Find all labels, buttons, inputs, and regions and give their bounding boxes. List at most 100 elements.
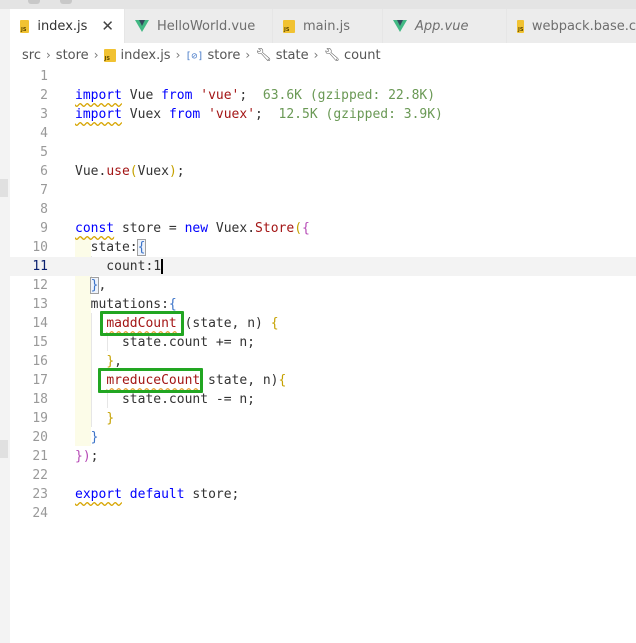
- bracket: (: [294, 221, 303, 236]
- breadcrumb-separator: ›: [245, 48, 251, 62]
- property: count:: [75, 259, 154, 274]
- breadcrumb-store-folder[interactable]: store: [56, 48, 89, 63]
- code-line[interactable]: 8: [10, 200, 636, 219]
- code-content: Vue.use(Vuex);: [75, 162, 185, 181]
- line-number: 7: [40, 183, 48, 198]
- line-number: 18: [32, 392, 48, 407]
- object-symbol-icon: [⊘]: [185, 50, 204, 62]
- code-line[interactable]: 7: [10, 181, 636, 200]
- bracket: {: [302, 221, 310, 236]
- breadcrumb-label: store: [207, 47, 241, 63]
- line-number: 4: [40, 126, 48, 141]
- line-number: 12: [32, 278, 48, 293]
- code-line[interactable]: 10 state:{: [10, 238, 636, 257]
- keyword: from: [168, 107, 201, 122]
- tab-helloworld-vue[interactable]: HelloWorld.vue: [125, 9, 273, 43]
- import-size-hint: 63.6K (gzipped: 22.8K): [247, 88, 436, 103]
- line-number: 5: [40, 145, 48, 160]
- tab-label: HelloWorld.vue: [157, 18, 256, 34]
- line-number: 10: [32, 240, 48, 255]
- bracket: }: [106, 411, 115, 426]
- code-line[interactable]: 12 },: [10, 276, 636, 295]
- tab-webpack-base[interactable]: webpack.base.c: [507, 9, 636, 43]
- property-wrench-icon: 🔧︎: [255, 47, 272, 63]
- code-editor[interactable]: 1 2 import Vue from 'vue'; 63.6K (gzipped…: [10, 67, 636, 643]
- code-line[interactable]: 21});: [10, 447, 636, 466]
- line-number: 16: [32, 354, 48, 369]
- code-line[interactable]: 22: [10, 466, 636, 485]
- code-line[interactable]: 23 export default store;: [10, 485, 636, 504]
- line-number: 11: [32, 259, 48, 274]
- js-file-icon: [517, 19, 524, 33]
- method: use: [106, 164, 130, 179]
- line-number: 2: [40, 88, 48, 103]
- punctuation: ;: [176, 164, 185, 179]
- tab-index-js[interactable]: index.js ✕: [10, 9, 125, 43]
- line-number: 13: [32, 297, 48, 312]
- line-number: 1: [40, 69, 48, 84]
- bracket: (: [129, 164, 138, 179]
- highlight-box-mreducecount: [98, 368, 203, 393]
- vue-file-icon: [393, 20, 407, 32]
- keyword: import: [75, 107, 122, 122]
- bracket: }: [90, 430, 99, 445]
- breadcrumb-index-js[interactable]: index.js: [103, 47, 171, 63]
- code-line[interactable]: 2 import Vue from 'vue'; 63.6K (gzipped: …: [10, 86, 636, 105]
- code-line[interactable]: 5: [10, 143, 636, 162]
- code-line[interactable]: 3 import Vuex from 'vuex'; 12.5K (gzipped…: [10, 105, 636, 124]
- line-number: 19: [32, 411, 48, 426]
- identifier: store;: [184, 487, 240, 502]
- property-wrench-icon: 🔧︎: [323, 47, 340, 63]
- breadcrumb-label: index.js: [120, 47, 171, 63]
- code-line[interactable]: 24: [10, 504, 636, 523]
- line-number: 22: [32, 468, 48, 483]
- identifier: Vuex: [137, 164, 169, 179]
- window-control: [60, 0, 72, 4]
- tab-main-js[interactable]: main.js: [273, 9, 383, 43]
- code-content: export default store;: [75, 485, 239, 504]
- line-number: 17: [32, 373, 48, 388]
- code-line[interactable]: 1: [10, 67, 636, 86]
- breadcrumb-src[interactable]: src: [22, 48, 41, 63]
- window-control: [28, 0, 40, 4]
- line-number: 21: [32, 449, 48, 464]
- tab-label: App.vue: [415, 18, 469, 34]
- identifier: Vuex.: [208, 221, 256, 236]
- breadcrumb-separator: ›: [45, 48, 51, 62]
- vue-file-icon: [135, 20, 149, 32]
- punctuation: ,: [98, 278, 107, 293]
- identifier: Vue.: [75, 164, 107, 179]
- code-content: },: [75, 276, 106, 295]
- line-number: 6: [40, 164, 48, 179]
- code-line[interactable]: 6 Vue.use(Vuex);: [10, 162, 636, 181]
- bracket-match: {: [136, 239, 147, 256]
- breadcrumb-state[interactable]: 🔧︎ state: [255, 48, 308, 63]
- line-number: 14: [32, 316, 48, 331]
- tab-app-vue[interactable]: App.vue: [383, 9, 507, 43]
- code-line[interactable]: 9 const store = new Vuex.Store({: [10, 219, 636, 238]
- code-line[interactable]: 20 }: [10, 428, 636, 447]
- line-number: 8: [40, 202, 48, 217]
- code-line-current[interactable]: 11 count:1: [10, 257, 636, 276]
- code-line[interactable]: 19 }: [10, 409, 636, 428]
- keyword: new: [184, 221, 209, 236]
- editor-tab-bar: index.js ✕ HelloWorld.vue main.js App.vu…: [10, 9, 636, 43]
- identifier: Vuex: [121, 107, 169, 122]
- activity-indicator: [0, 440, 8, 458]
- breadcrumb: src › store › index.js › [⊘]store › 🔧︎st…: [10, 43, 636, 67]
- property: mutations:: [75, 297, 169, 312]
- breadcrumb-store-object[interactable]: [⊘] store: [185, 48, 240, 63]
- line-number: 20: [32, 430, 48, 445]
- code-line[interactable]: 4: [10, 124, 636, 143]
- tab-label: webpack.base.c: [531, 18, 636, 34]
- keyword: import: [75, 88, 122, 103]
- close-icon[interactable]: ✕: [101, 17, 114, 35]
- string: 'vuex': [208, 107, 256, 122]
- import-size-hint: 12.5K (gzipped: 3.9K): [262, 107, 443, 122]
- tab-label: main.js: [303, 18, 350, 34]
- keyword: export: [75, 487, 122, 502]
- breadcrumb-count[interactable]: 🔧︎ count: [323, 48, 380, 63]
- bracket: }: [106, 354, 115, 369]
